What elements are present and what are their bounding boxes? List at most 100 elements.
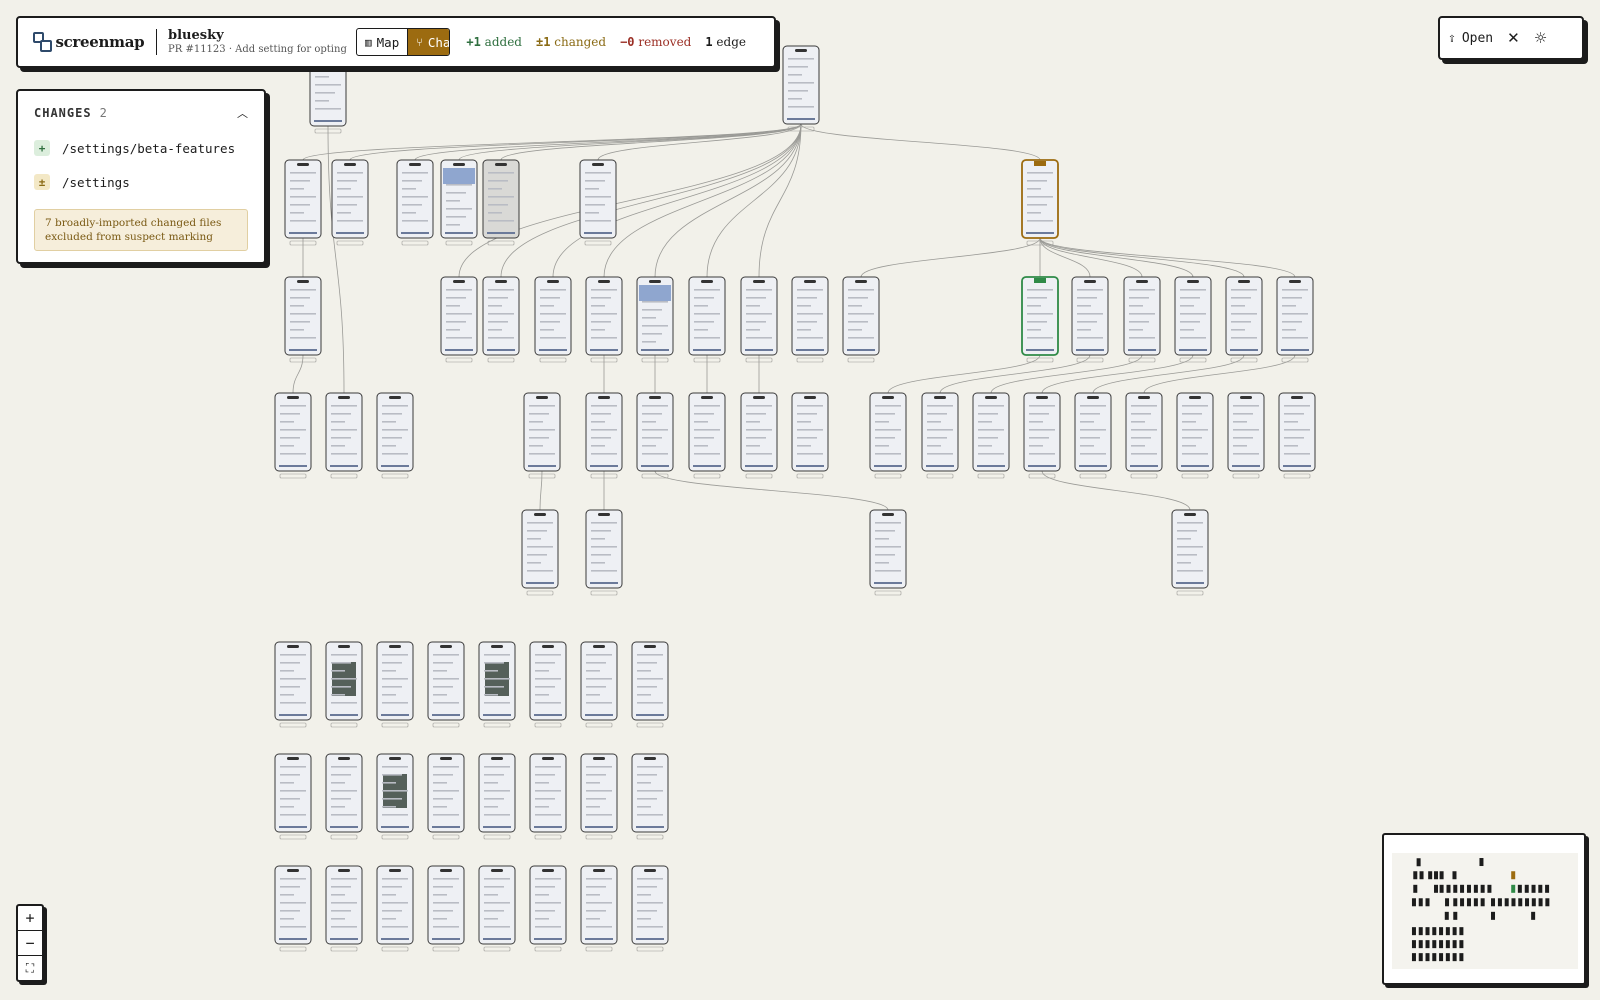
- screen-node[interactable]: [585, 392, 623, 479]
- screen-node[interactable]: [740, 392, 778, 479]
- screen-node[interactable]: [529, 865, 567, 952]
- screen-node[interactable]: [1021, 276, 1059, 363]
- screen-node[interactable]: [1123, 276, 1161, 363]
- chevron-up-icon[interactable]: ︿: [237, 105, 248, 121]
- close-icon[interactable]: ✕: [1507, 29, 1520, 47]
- screen-node[interactable]: [636, 276, 674, 363]
- screen-node[interactable]: [325, 753, 363, 840]
- screen-node[interactable]: [842, 276, 880, 363]
- screen-node[interactable]: [972, 392, 1010, 479]
- screen-node[interactable]: [869, 392, 907, 479]
- screen-node[interactable]: [636, 392, 674, 479]
- screen-node[interactable]: [376, 392, 414, 479]
- screen-node[interactable]: [325, 392, 363, 479]
- screen-node[interactable]: [1174, 276, 1212, 363]
- screen-node[interactable]: [585, 509, 623, 596]
- screen-node[interactable]: [1021, 159, 1059, 246]
- screen-tabbar: [289, 349, 317, 351]
- screen-text-line: [382, 926, 408, 928]
- screen-node[interactable]: [274, 865, 312, 952]
- change-item-settings[interactable]: ± /settings: [34, 165, 248, 199]
- sun-icon[interactable]: ☼: [1534, 29, 1547, 47]
- change-path: /settings/beta-features: [62, 140, 236, 156]
- zoom-out-button[interactable]: −: [18, 931, 42, 956]
- upload-icon: ⇪: [1448, 30, 1456, 46]
- screen-node[interactable]: [274, 641, 312, 728]
- fit-view-button[interactable]: ⛶: [18, 956, 42, 980]
- screen-node[interactable]: [274, 753, 312, 840]
- screen-node[interactable]: [529, 753, 567, 840]
- screen-node[interactable]: [427, 753, 465, 840]
- screen-node[interactable]: [478, 641, 516, 728]
- screen-node[interactable]: [921, 392, 959, 479]
- screen-node[interactable]: [791, 276, 829, 363]
- screen-node[interactable]: [1023, 392, 1061, 479]
- screen-node[interactable]: [331, 159, 369, 246]
- screen-node[interactable]: [631, 865, 669, 952]
- screen-node[interactable]: [325, 865, 363, 952]
- screen-node[interactable]: [274, 392, 312, 479]
- screen-text-line: [586, 918, 600, 920]
- screen-node[interactable]: [440, 159, 478, 246]
- screen-node[interactable]: [534, 276, 572, 363]
- screen-node[interactable]: [376, 641, 414, 728]
- screen-node[interactable]: [1278, 392, 1316, 479]
- screen-node[interactable]: [580, 641, 618, 728]
- screen-node[interactable]: [284, 276, 322, 363]
- screen-text-line: [585, 220, 611, 222]
- screen-node[interactable]: [427, 641, 465, 728]
- screen-node[interactable]: [740, 276, 778, 363]
- screen-node[interactable]: [580, 865, 618, 952]
- screen-node[interactable]: [688, 392, 726, 479]
- screen-text-line: [746, 297, 766, 299]
- screen-node[interactable]: [1125, 392, 1163, 479]
- zoom-in-button[interactable]: +: [18, 906, 42, 931]
- screen-node[interactable]: [1276, 276, 1314, 363]
- screen-text-line: [875, 562, 889, 564]
- screen-node[interactable]: [1227, 392, 1265, 479]
- screen-node[interactable]: [1171, 509, 1209, 596]
- open-button[interactable]: ⇪ Open: [1448, 31, 1493, 46]
- screen-node[interactable]: [869, 509, 907, 596]
- screen-node[interactable]: [376, 753, 414, 840]
- screen-notch: [753, 396, 765, 399]
- screen-node[interactable]: [688, 276, 726, 363]
- screen-node[interactable]: [579, 159, 617, 246]
- screen-node[interactable]: [585, 276, 623, 363]
- change-item-beta-features[interactable]: + /settings/beta-features: [34, 131, 248, 165]
- graph-nodes[interactable]: [274, 45, 1316, 952]
- screen-text-line: [331, 702, 357, 704]
- minimap[interactable]: [1382, 833, 1586, 985]
- screen-node[interactable]: [1225, 276, 1263, 363]
- screen-notch: [644, 869, 656, 872]
- screen-node[interactable]: [529, 641, 567, 728]
- screen-node[interactable]: [427, 865, 465, 952]
- screen-node[interactable]: [521, 509, 559, 596]
- screen-node[interactable]: [782, 45, 820, 132]
- screen-node[interactable]: [396, 159, 434, 246]
- screen-notch: [1238, 280, 1250, 283]
- map-view-button[interactable]: ▥ Map: [357, 29, 407, 55]
- screen-node[interactable]: [440, 276, 478, 363]
- screen-node[interactable]: [580, 753, 618, 840]
- screen-node[interactable]: [523, 392, 561, 479]
- screen-node[interactable]: [631, 753, 669, 840]
- screen-node[interactable]: [325, 641, 363, 728]
- screen-node[interactable]: [482, 159, 520, 246]
- screen-node[interactable]: [284, 159, 322, 246]
- screen-node[interactable]: [631, 641, 669, 728]
- changes-view-button[interactable]: ⑂ Changes: [407, 29, 450, 55]
- screen-node[interactable]: [376, 865, 414, 952]
- screen-text-line: [586, 694, 600, 696]
- minimap-node: [1531, 884, 1536, 893]
- screen-node[interactable]: [482, 276, 520, 363]
- screen-node[interactable]: [1071, 276, 1109, 363]
- screen-notch: [287, 396, 299, 399]
- screen-node[interactable]: [791, 392, 829, 479]
- changes-title: CHANGES: [34, 106, 92, 120]
- screen-node[interactable]: [1176, 392, 1214, 479]
- screen-node[interactable]: [1074, 392, 1112, 479]
- screen-node[interactable]: [478, 865, 516, 952]
- screen-text-line: [1282, 305, 1296, 307]
- screen-node[interactable]: [478, 753, 516, 840]
